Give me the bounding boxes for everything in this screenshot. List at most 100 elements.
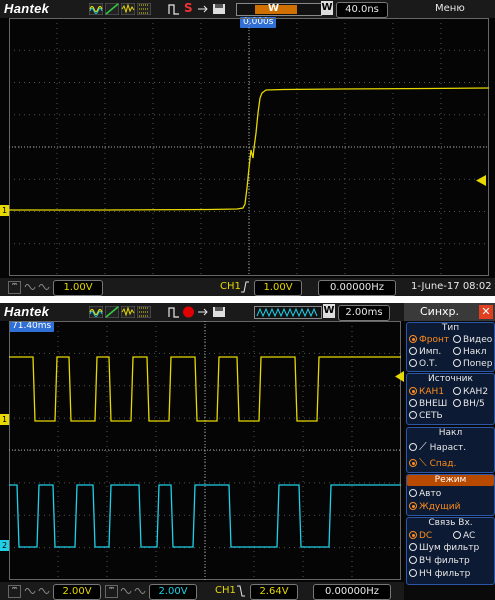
slope-option-rising[interactable]: ⟋ Нараст. xyxy=(409,441,466,453)
radio-on-icon xyxy=(409,531,417,539)
trigger-coupling-section: Связь Вх. DC AC Шум фильтр ВЧ фильтр НЧ … xyxy=(406,517,495,585)
invert-icon xyxy=(24,588,36,594)
trigger-menu-panel: Синхр. ✕ Тип Фронт Видео Имп. Накл О.Т. … xyxy=(404,303,495,600)
trigger-level-marker[interactable] xyxy=(395,371,404,382)
noise-icon[interactable] xyxy=(121,3,135,15)
pulse-trigger-icon[interactable] xyxy=(168,306,180,318)
memory-position-bar[interactable] xyxy=(254,306,322,319)
radio-off-icon xyxy=(409,347,417,355)
coupling-option-noise-filter[interactable]: Шум фильтр xyxy=(409,543,479,553)
invert-icon xyxy=(24,284,36,290)
top-graticule xyxy=(9,18,489,276)
falling-edge-icon xyxy=(237,585,245,597)
trigger-type-section: Тип Фронт Видео Имп. Накл О.Т. Попер xyxy=(406,322,495,372)
source-option-ch2[interactable]: КАН2 xyxy=(453,387,488,397)
trigger-level-marker[interactable] xyxy=(476,175,486,186)
type-option-slope[interactable]: Накл xyxy=(453,347,486,357)
pulse-trigger-icon[interactable] xyxy=(168,3,180,15)
save-disk-icon[interactable] xyxy=(212,3,226,15)
coupling-dc-icon: ⎓ xyxy=(8,281,21,294)
top-bottom-bar: ⎓ 1.00V CH1 1.00V 0.00000Hz 1-June-17 08… xyxy=(0,278,495,296)
trigger-level-readout[interactable]: 2.64V xyxy=(250,584,298,600)
radio-off-icon xyxy=(453,335,461,343)
radio-off-icon xyxy=(409,543,417,551)
radio-off-icon xyxy=(409,569,417,577)
trigger-coupling-label: Связь Вх. xyxy=(428,518,473,528)
ch2-ground-marker[interactable]: 2 xyxy=(0,540,9,551)
stop-indicator-icon: S xyxy=(184,1,193,15)
radio-on-icon xyxy=(409,335,417,343)
top-scope-screen: Hantek S W W 40.0ns Меню 0.000s 1 ⎓ 1.00… xyxy=(0,0,495,296)
falling-edge-icon: ⟍ xyxy=(419,456,427,469)
slope-option-falling[interactable]: ⟍ Спад. xyxy=(409,456,456,469)
radio-off-icon xyxy=(453,387,461,395)
ch1-ground-marker[interactable]: 1 xyxy=(0,205,9,216)
ch1-scale-readout[interactable]: 2.00V xyxy=(53,584,101,600)
timebase-readout[interactable]: 40.0ns xyxy=(336,2,388,18)
radio-off-icon xyxy=(409,556,417,564)
source-option-line[interactable]: СЕТЬ xyxy=(409,411,443,421)
ramp-icon[interactable] xyxy=(105,306,119,318)
ch2-coupling-dc-icon: ⎓ xyxy=(105,585,118,598)
window-marker-icon: W xyxy=(268,3,280,14)
ch1-scale-readout[interactable]: 1.00V xyxy=(53,280,103,296)
type-option-edge[interactable]: Фронт xyxy=(409,335,449,345)
type-option-ot[interactable]: О.Т. xyxy=(409,359,437,369)
coupling-option-hf-filter[interactable]: ВЧ фильтр xyxy=(409,556,470,566)
coupling-option-ac[interactable]: AC xyxy=(453,531,475,541)
trigger-channel-label: CH1 xyxy=(215,585,236,596)
timebase-readout[interactable]: 2.00ms xyxy=(338,305,390,321)
radio-off-icon xyxy=(453,399,461,407)
radio-off-icon xyxy=(453,531,461,539)
trigger-source-section: Источник КАН1 КАН2 ВНЕШ ВН/5 СЕТЬ xyxy=(406,373,495,425)
waveform-icon[interactable] xyxy=(89,3,103,15)
trigger-source-label: Источник xyxy=(428,374,473,384)
trigger-menu-header: Синхр. ✕ xyxy=(404,303,495,321)
source-option-ext[interactable]: ВНЕШ xyxy=(409,399,447,409)
mode-option-auto[interactable]: Авто xyxy=(409,489,441,499)
source-option-ext5[interactable]: ВН/5 xyxy=(453,399,485,409)
ramp-icon[interactable] xyxy=(105,3,119,15)
trigger-menu-title: Синхр. xyxy=(420,305,460,318)
coupling-option-lf-filter[interactable]: НЧ фильтр xyxy=(409,569,470,579)
memory-position-bar[interactable]: W xyxy=(236,3,322,16)
grid-icon[interactable] xyxy=(137,306,151,318)
brand-logo: Hantek xyxy=(4,1,50,16)
date-time-label: 1-June-17 08:02 xyxy=(411,281,492,292)
run-arrow-icon[interactable] xyxy=(197,306,209,318)
waveform-icon[interactable] xyxy=(89,306,103,318)
radio-off-icon xyxy=(409,411,417,419)
menu-label[interactable]: Меню xyxy=(435,2,465,16)
trigger-mode-section: Режим Авто Ждущий xyxy=(406,474,495,516)
close-icon[interactable]: ✕ xyxy=(479,305,493,319)
trigger-slope-section: Накл ⟋ Нараст. ⟍ Спад. xyxy=(406,427,495,473)
radio-on-icon xyxy=(409,387,417,395)
zoom-icon[interactable]: W xyxy=(321,1,333,15)
bottom-status-bar: Hantek W 2.00ms xyxy=(0,303,404,321)
ch2-bw-limit-icon xyxy=(134,588,146,594)
brand-logo: Hantek xyxy=(4,304,50,319)
radio-off-icon xyxy=(409,489,417,497)
ch2-scale-readout[interactable]: 2.00V xyxy=(149,584,197,600)
coupling-option-dc[interactable]: DC xyxy=(409,531,432,541)
top-status-bar: Hantek S W W 40.0ns Меню xyxy=(0,0,495,18)
trigger-channel-label: CH1 xyxy=(220,281,241,292)
radio-off-icon xyxy=(453,347,461,355)
type-option-video[interactable]: Видео xyxy=(453,335,492,345)
trigger-level-readout[interactable]: 1.00V xyxy=(254,280,302,296)
mode-option-normal[interactable]: Ждущий xyxy=(409,502,460,512)
noise-icon[interactable] xyxy=(121,306,135,318)
run-arrow-icon[interactable] xyxy=(197,3,209,15)
type-option-alternate[interactable]: Попер xyxy=(453,359,492,369)
save-disk-icon[interactable] xyxy=(212,306,226,318)
type-option-pulse[interactable]: Имп. xyxy=(409,347,441,357)
stop-indicator-icon xyxy=(183,306,194,318)
trigger-slope-label: Накл xyxy=(438,428,463,438)
trigger-type-label: Тип xyxy=(441,323,460,333)
source-option-ch1[interactable]: КАН1 xyxy=(409,387,444,397)
ch1-ground-marker[interactable]: 1 xyxy=(0,414,9,425)
bw-limit-icon xyxy=(38,588,50,594)
grid-icon[interactable] xyxy=(137,3,151,15)
radio-off-icon xyxy=(409,359,417,367)
zoom-icon[interactable]: W xyxy=(323,304,335,318)
